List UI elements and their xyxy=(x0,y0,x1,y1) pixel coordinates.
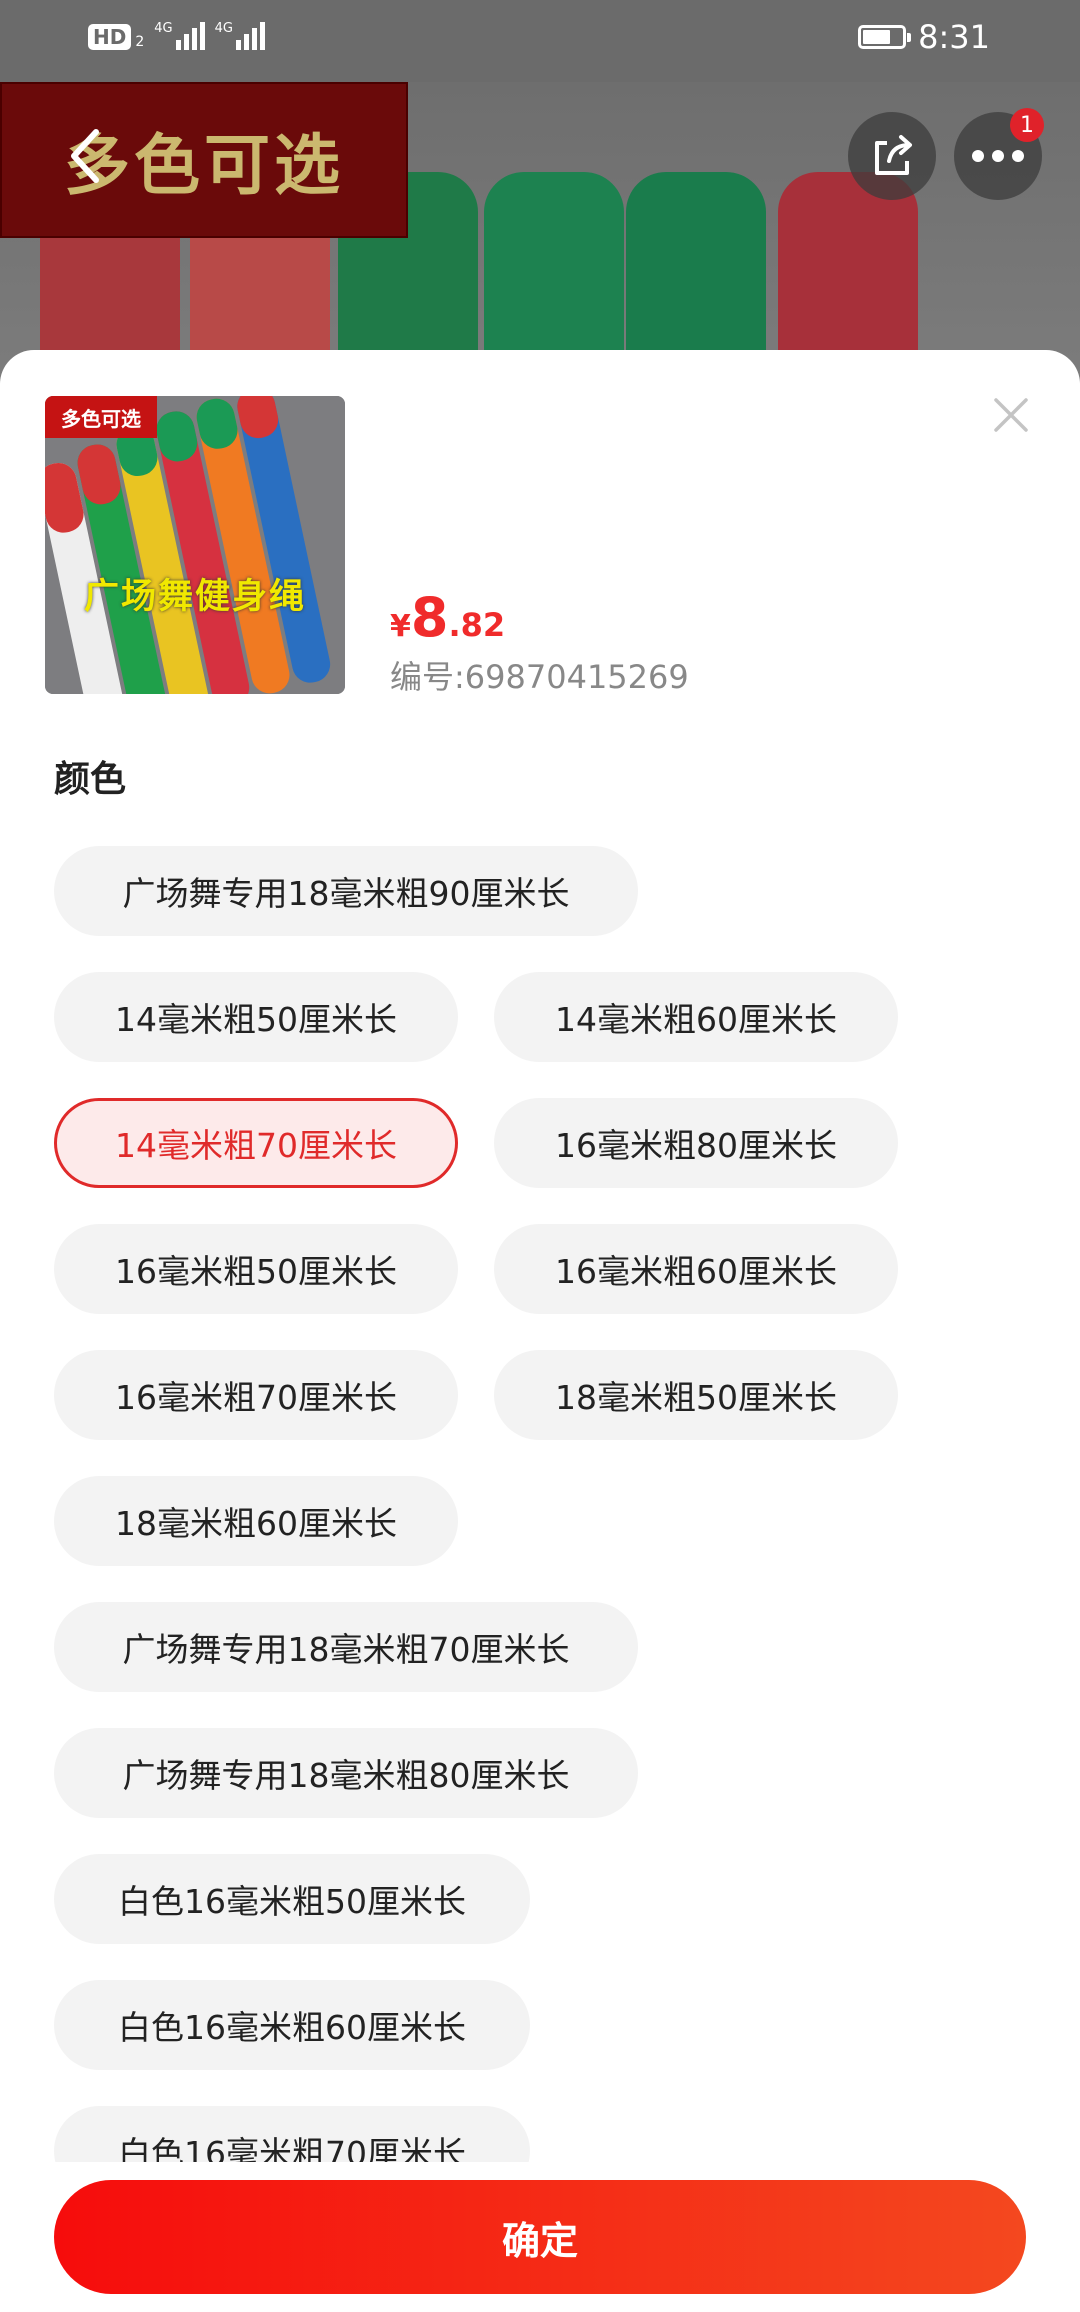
signal-icon-2: 4G xyxy=(215,22,265,50)
network-label: 4G xyxy=(154,21,173,36)
chevron-left-icon xyxy=(71,129,99,183)
clock: 8:31 xyxy=(918,18,990,56)
price-currency: ¥ xyxy=(390,609,411,644)
section-title: 颜色 xyxy=(54,759,127,800)
rope-thumbnail-art xyxy=(45,396,345,694)
option-chip[interactable]: 白色16毫米粗50厘米长 xyxy=(54,1854,530,1944)
more-dots-icon xyxy=(972,150,1024,162)
option-chip[interactable]: 广场舞专用18毫米粗80厘米长 xyxy=(54,1728,638,1818)
option-chip[interactable]: 16毫米粗70厘米长 xyxy=(54,1350,458,1440)
option-chip[interactable]: 广场舞专用18毫米粗70厘米长 xyxy=(54,1602,638,1692)
option-chip[interactable]: 白色16毫米粗60厘米长 xyxy=(54,1980,530,2070)
option-chip[interactable]: 14毫米粗50厘米长 xyxy=(54,972,458,1062)
thumbnail-caption: 广场舞健身绳 xyxy=(83,576,306,617)
option-chip[interactable]: 16毫米粗80厘米长 xyxy=(494,1098,898,1188)
signal-icon: 4G xyxy=(154,21,205,50)
hd-icon: HD xyxy=(88,24,132,50)
option-chip[interactable]: 14毫米粗60厘米长 xyxy=(494,972,898,1062)
network-label-2: 4G xyxy=(214,21,233,36)
option-chip[interactable]: 白色16毫米粗70厘米长 xyxy=(54,2106,530,2162)
battery-icon xyxy=(858,25,912,49)
close-button[interactable] xyxy=(986,390,1036,440)
more-button[interactable]: 1 xyxy=(954,108,1044,200)
close-icon xyxy=(994,398,1028,432)
share-button[interactable] xyxy=(848,112,936,200)
option-chip[interactable]: 14毫米粗70厘米长 xyxy=(54,1098,458,1188)
notification-badge: 1 xyxy=(1010,108,1044,142)
price-decimal: .82 xyxy=(448,606,506,644)
status-bar: HD 2 4G 4G 8:31 xyxy=(0,0,1080,82)
option-chip[interactable]: 16毫米粗50厘米长 xyxy=(54,1224,458,1314)
status-icons-left: HD 2 4G 4G xyxy=(88,22,265,50)
option-chip[interactable]: 18毫米粗50厘米长 xyxy=(494,1350,898,1440)
product-thumbnail[interactable]: 多色可选 广场舞健身绳 xyxy=(45,396,345,694)
status-icons-right: 8:31 xyxy=(858,18,990,56)
confirm-button[interactable]: 确定 xyxy=(54,2180,1026,2294)
price: ¥8.82 xyxy=(390,586,505,649)
option-chip[interactable]: 广场舞专用18毫米粗90厘米长 xyxy=(54,846,638,936)
thumbnail-tag: 多色可选 xyxy=(45,396,157,438)
option-chip[interactable]: 18毫米粗60厘米长 xyxy=(54,1476,458,1566)
hd-sub-label: 2 xyxy=(135,34,145,50)
sku-selector-sheet: 多色可选 广场舞健身绳 ¥8.82 编号:69870415269 颜色 广场舞专… xyxy=(0,350,1080,2312)
back-button[interactable] xyxy=(44,116,124,196)
share-icon xyxy=(875,135,912,175)
price-integer: 8 xyxy=(410,586,449,649)
option-chip[interactable]: 16毫米粗60厘米长 xyxy=(494,1224,898,1314)
sku-number: 编号:69870415269 xyxy=(390,658,689,696)
option-list: 广场舞专用18毫米粗90厘米长 14毫米粗50厘米长 14毫米粗60厘米长 14… xyxy=(54,846,1034,2162)
